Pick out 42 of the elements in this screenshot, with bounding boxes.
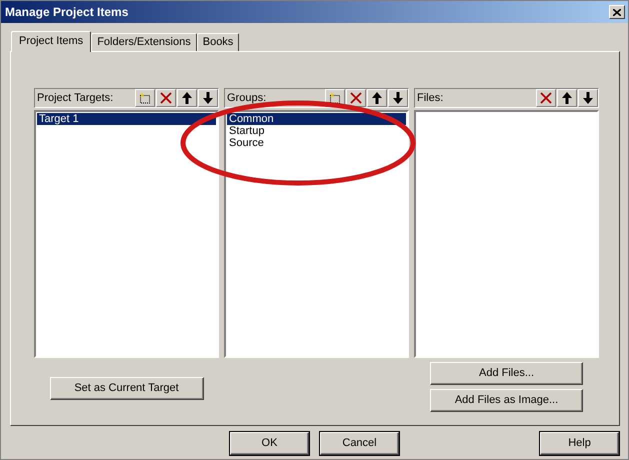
down-arrow-icon — [203, 92, 213, 104]
dialog-button[interactable]: OK — [230, 432, 309, 455]
dialog-button[interactable]: Cancel — [320, 432, 399, 455]
dialog-button[interactable]: Help — [540, 432, 619, 455]
delete-icon — [160, 92, 172, 104]
tab[interactable]: Folders/Extensions — [91, 33, 197, 51]
down-arrow-button[interactable] — [578, 89, 598, 107]
panel-title: Files: — [417, 90, 444, 106]
delete-icon — [350, 92, 362, 104]
up-arrow-button[interactable] — [557, 89, 577, 107]
up-arrow-button[interactable] — [367, 89, 387, 107]
new-item-icon — [139, 92, 151, 104]
list-item[interactable]: Startup — [227, 125, 406, 137]
new-item-icon — [329, 92, 341, 104]
panel-title: Groups: — [227, 90, 266, 106]
delete-icon — [540, 92, 552, 104]
action-button[interactable]: Add Files... — [430, 362, 583, 385]
list-box[interactable]: Common Startup Source — [224, 110, 409, 358]
delete-button[interactable] — [536, 89, 556, 107]
window-title: Manage Project Items — [5, 4, 128, 21]
action-button[interactable]: Set as Current Target — [50, 377, 204, 400]
list-box[interactable]: Target 1 — [34, 110, 219, 358]
delete-button[interactable] — [346, 89, 366, 107]
up-arrow-icon — [182, 92, 192, 104]
down-arrow-button[interactable] — [198, 89, 218, 107]
up-arrow-button[interactable] — [177, 89, 197, 107]
down-arrow-button[interactable] — [388, 89, 408, 107]
list-item[interactable]: Source — [227, 137, 406, 149]
new-item-button[interactable] — [135, 89, 155, 107]
close-button[interactable] — [609, 5, 625, 19]
up-arrow-icon — [372, 92, 382, 104]
down-arrow-icon — [393, 92, 403, 104]
panel-title: Project Targets: — [37, 90, 114, 106]
tab[interactable]: Project Items — [11, 31, 92, 52]
down-arrow-icon — [583, 92, 593, 104]
list-item[interactable]: Target 1 — [37, 113, 216, 125]
action-button[interactable]: Add Files as Image... — [430, 389, 583, 412]
up-arrow-icon — [562, 92, 572, 104]
list-item[interactable]: Common — [227, 113, 406, 125]
tab[interactable]: Books — [196, 33, 240, 51]
close-icon — [613, 8, 621, 16]
delete-button[interactable] — [156, 89, 176, 107]
